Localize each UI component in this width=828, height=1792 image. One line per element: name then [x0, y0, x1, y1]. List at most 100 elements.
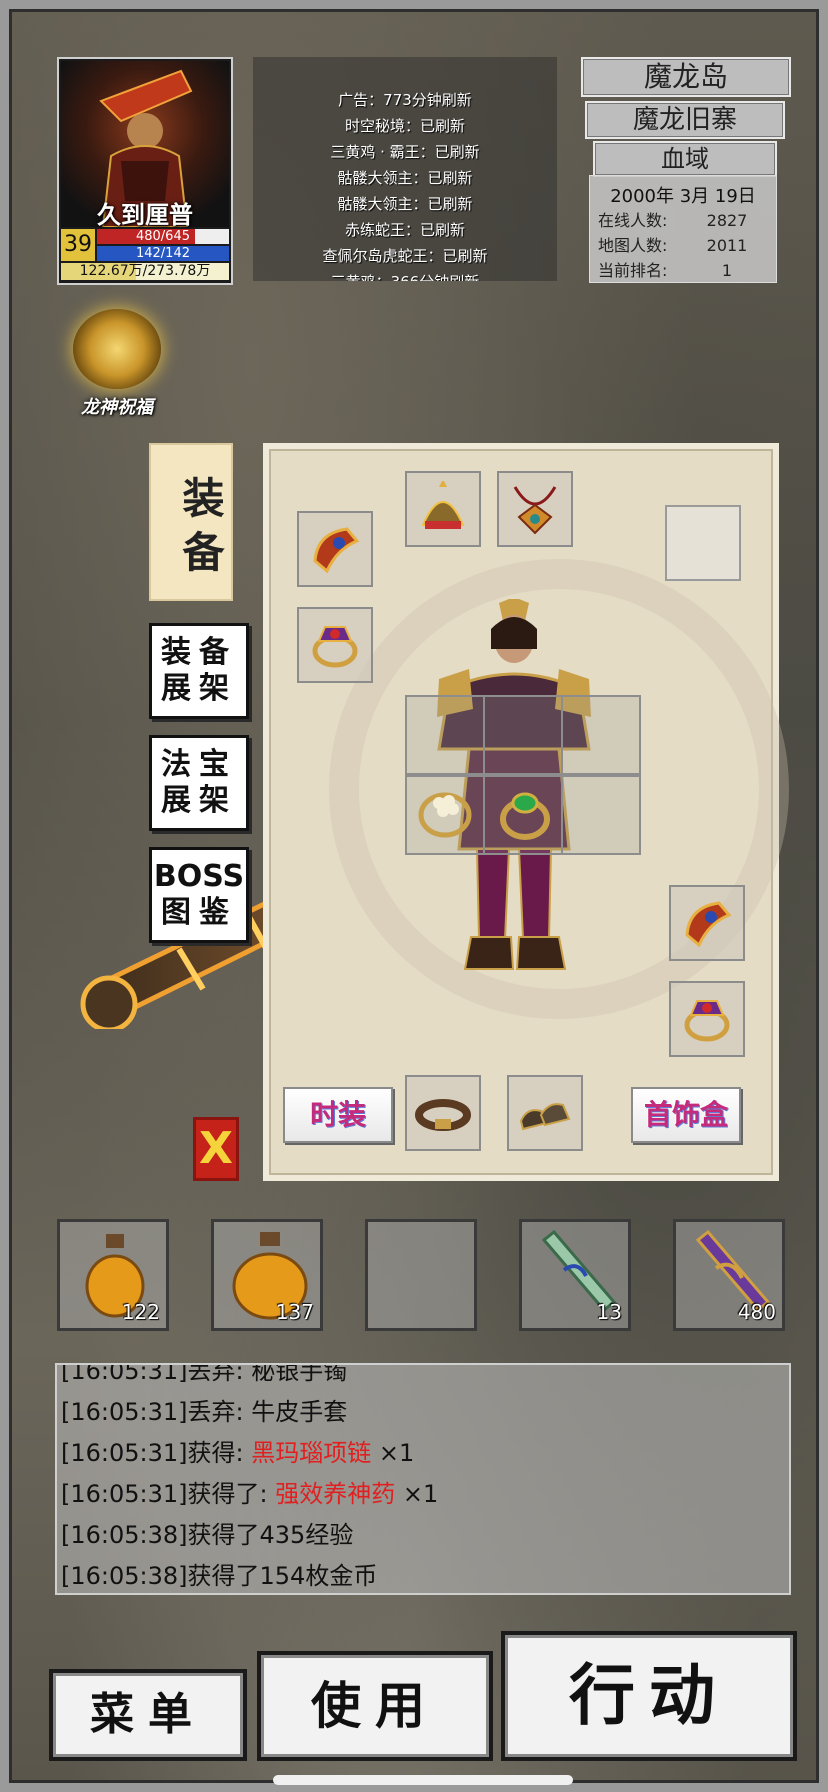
log-text: [16:05:31]获得了: [61, 1480, 276, 1508]
ring-icon [312, 626, 358, 668]
log-line: [16:05:31]丢弃: 牛皮手套 [57, 1392, 789, 1433]
online-label: 在线人数: [598, 211, 668, 230]
item-count: 122 [121, 1300, 160, 1324]
item-count: 480 [737, 1300, 776, 1324]
inventory-slot[interactable]: 480 [673, 1219, 785, 1331]
inventory-slot-empty[interactable] [365, 1219, 477, 1331]
online-value: 2827 [706, 211, 748, 230]
dragon-emblem-icon [73, 309, 161, 389]
pearl-ring-slot[interactable] [405, 775, 485, 855]
rank-label: 当前排名: [598, 261, 668, 280]
boss-codex-label-2: 图鉴 [160, 895, 237, 930]
item-count: 137 [275, 1300, 314, 1324]
boss-codex-button[interactable]: BOSS 图鉴 [149, 847, 249, 943]
ring-left-slot[interactable] [297, 607, 373, 683]
grid-slot[interactable] [483, 695, 563, 775]
notice-line: 时空秘境：已刷新 [344, 117, 465, 135]
log-line: [16:05:38]获得了154枚金币 [57, 1556, 789, 1593]
treasure-rack-label-2: 展架 [161, 783, 237, 818]
empty-equipment-slot[interactable] [665, 505, 741, 581]
log-text: [16:05:31]丢弃: 秘银手镯 [61, 1363, 348, 1385]
inventory-slot[interactable]: 13 [519, 1219, 631, 1331]
map-players-value: 2011 [706, 236, 748, 255]
menu-button[interactable]: 菜单 [49, 1669, 247, 1761]
log-line: [16:05:31]丢弃: 秘银手镯 [57, 1363, 789, 1392]
log-item-highlight: 强效养神药 [275, 1480, 396, 1508]
map-region[interactable]: 魔龙岛 [581, 57, 791, 97]
game-screen: 久到厘普 39 480/645 142/142 122.67万/273.78万 … [0, 0, 828, 1792]
exp-text: 122.67万/273.78万 [79, 263, 211, 279]
mp-bar: 142/142 [97, 246, 229, 261]
helmet-icon [421, 481, 465, 529]
notice-line: 三黄鸡：366分钟刷新 [253, 269, 557, 281]
notice-line: 广告：773分钟刷新 [338, 91, 472, 109]
log-text: [16:05:38]获得了154枚金币 [61, 1562, 378, 1590]
jade-ring-icon [500, 792, 550, 840]
message-log[interactable]: [16:05:31]丢弃: 秘银手镯 [16:05:31]丢弃: 牛皮手套 [1… [55, 1363, 791, 1595]
home-indicator[interactable] [273, 1775, 573, 1785]
close-button[interactable]: X [193, 1117, 239, 1181]
map-count-row: 地图人数: 2011 [590, 233, 776, 258]
grid-slot[interactable] [405, 695, 485, 775]
player-level: 39 [61, 229, 95, 261]
equipment-rack-label-2: 展架 [161, 671, 237, 706]
bracer-icon [313, 527, 360, 574]
notice-line: 赤练蛇王：已刷新 [344, 221, 465, 239]
necklace-icon [513, 486, 557, 535]
use-button[interactable]: 使用 [257, 1651, 493, 1761]
dragon-blessing-button[interactable]: 龙神祝福 [67, 307, 167, 418]
jewelry-box-button[interactable]: 首饰盒 [631, 1087, 741, 1143]
player-portrait-card[interactable]: 久到厘普 39 480/645 142/142 122.67万/273.78万 [57, 57, 233, 285]
rank-value: 1 [721, 261, 733, 280]
tab-equipment[interactable]: 装备 [149, 443, 233, 601]
log-text: [16:05:31]获得: [61, 1439, 252, 1467]
pearl-ring-icon [418, 792, 472, 838]
bracer-left-slot[interactable] [297, 511, 373, 587]
action-button[interactable]: 行动 [501, 1631, 797, 1761]
equipment-rack-button[interactable]: 装备 展架 [149, 623, 249, 719]
boots-slot[interactable] [507, 1075, 583, 1151]
necklace-slot[interactable] [497, 471, 573, 547]
online-count-row: 在线人数: 2827 [590, 208, 776, 233]
player-name: 久到厘普 [97, 201, 193, 229]
hp-bar: 480/645 [97, 229, 229, 244]
game-date: 2000年 3月 19日 [610, 186, 756, 207]
fashion-button[interactable]: 时装 [283, 1087, 393, 1143]
helmet-slot[interactable] [405, 471, 481, 547]
treasure-rack-label-1: 法宝 [161, 747, 237, 782]
map-area[interactable]: 魔龙旧寨 [585, 101, 785, 139]
map-zone[interactable]: 血域 [593, 141, 777, 177]
rank-row: 当前排名: 1 [590, 258, 776, 283]
jade-ring-slot[interactable] [483, 775, 563, 855]
belt-slot[interactable] [405, 1075, 481, 1151]
log-text: [16:05:38]获得了435经验 [61, 1521, 354, 1549]
log-suffix: ×1 [371, 1439, 415, 1467]
bracer-icon [685, 901, 732, 948]
map-players-label: 地图人数: [598, 236, 668, 255]
inventory-slot[interactable]: 137 [211, 1219, 323, 1331]
inventory-slot[interactable]: 122 [57, 1219, 169, 1331]
ring-right-slot[interactable] [669, 981, 745, 1057]
treasure-rack-button[interactable]: 法宝 展架 [149, 735, 249, 831]
exp-bar: 122.67万/273.78万 [61, 263, 229, 280]
ring-icon [684, 1000, 730, 1042]
log-line: [16:05:31]获得了: 强效养神药 ×1 [57, 1474, 789, 1515]
boss-refresh-notices[interactable]: 广告：773分钟刷新 时空秘境：已刷新 三黄鸡 · 霸王：已刷新 骷髅大领主：已… [253, 57, 557, 281]
log-line: [16:05:31]获得: 黑玛瑙项链 ×1 [57, 1433, 789, 1474]
grid-slot[interactable] [561, 695, 641, 775]
grid-slot[interactable] [561, 775, 641, 855]
equipment-rack-label-1: 装备 [161, 635, 237, 670]
notice-line: 骷髅大领主：已刷新 [337, 195, 473, 213]
item-count: 13 [596, 1300, 622, 1324]
log-line: [16:05:38]获得了435经验 [57, 1515, 789, 1556]
log-suffix: ×1 [395, 1480, 439, 1508]
boss-codex-label-1: BOSS [153, 859, 245, 894]
log-item-highlight: 黑玛瑙项链 [251, 1439, 372, 1467]
belt-icon [415, 1099, 471, 1131]
bracer-right-slot[interactable] [669, 885, 745, 961]
notice-line: 骷髅大领主：已刷新 [337, 169, 473, 187]
mp-text: 142/142 [135, 246, 190, 261]
server-info-panel: 2000年 3月 19日 在线人数: 2827 地图人数: 2011 当前排名:… [589, 175, 777, 283]
equipment-panel: 时装 首饰盒 [263, 443, 789, 1181]
log-text: [16:05:31]丢弃: 牛皮手套 [61, 1398, 348, 1426]
